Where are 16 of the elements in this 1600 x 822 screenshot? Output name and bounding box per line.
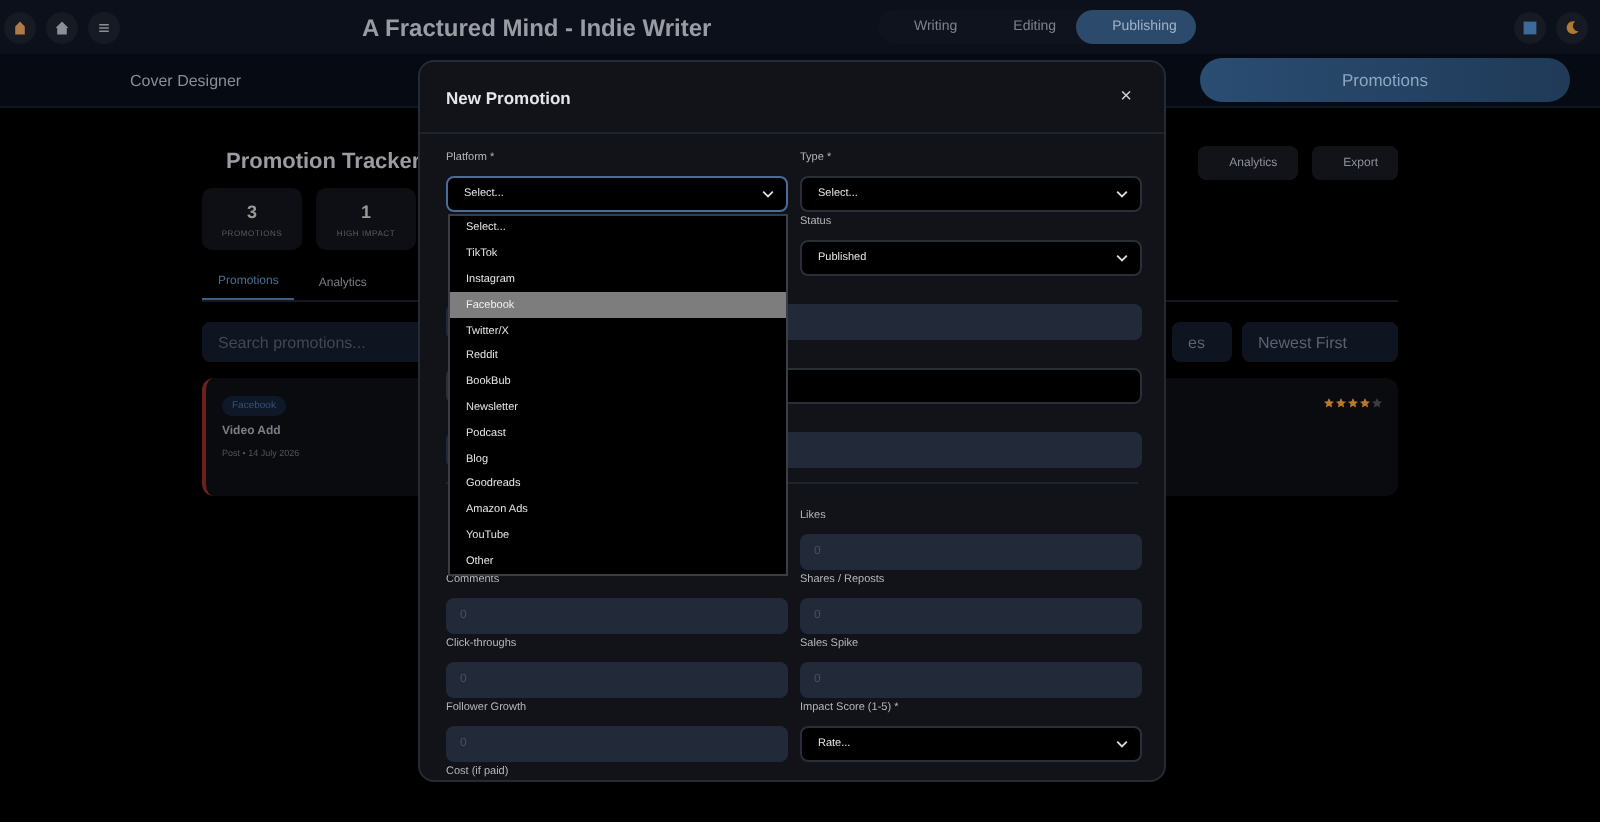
moon-icon[interactable] [1556, 11, 1588, 43]
chevron-down-icon [1116, 190, 1128, 198]
section-tab[interactable]: Promotions [1200, 58, 1570, 102]
chevron-down-icon [1116, 740, 1128, 748]
close-button[interactable]: × [1114, 86, 1138, 108]
modal-title: New Promotion [446, 87, 571, 107]
stat-value: 3 [246, 201, 257, 221]
menu-icon[interactable] [88, 11, 120, 43]
page-title: Promotion Tracker [224, 150, 421, 174]
home-icon[interactable] [46, 11, 78, 43]
chevron-down-icon [762, 190, 774, 198]
app-title: A Fractured Mind - Indie Writer [362, 13, 714, 41]
section-tab[interactable]: Cover Designer [110, 63, 262, 97]
stat-value: 1 [360, 201, 371, 221]
logo-icon[interactable] [4, 11, 36, 43]
chevron-down-icon [1116, 254, 1128, 262]
